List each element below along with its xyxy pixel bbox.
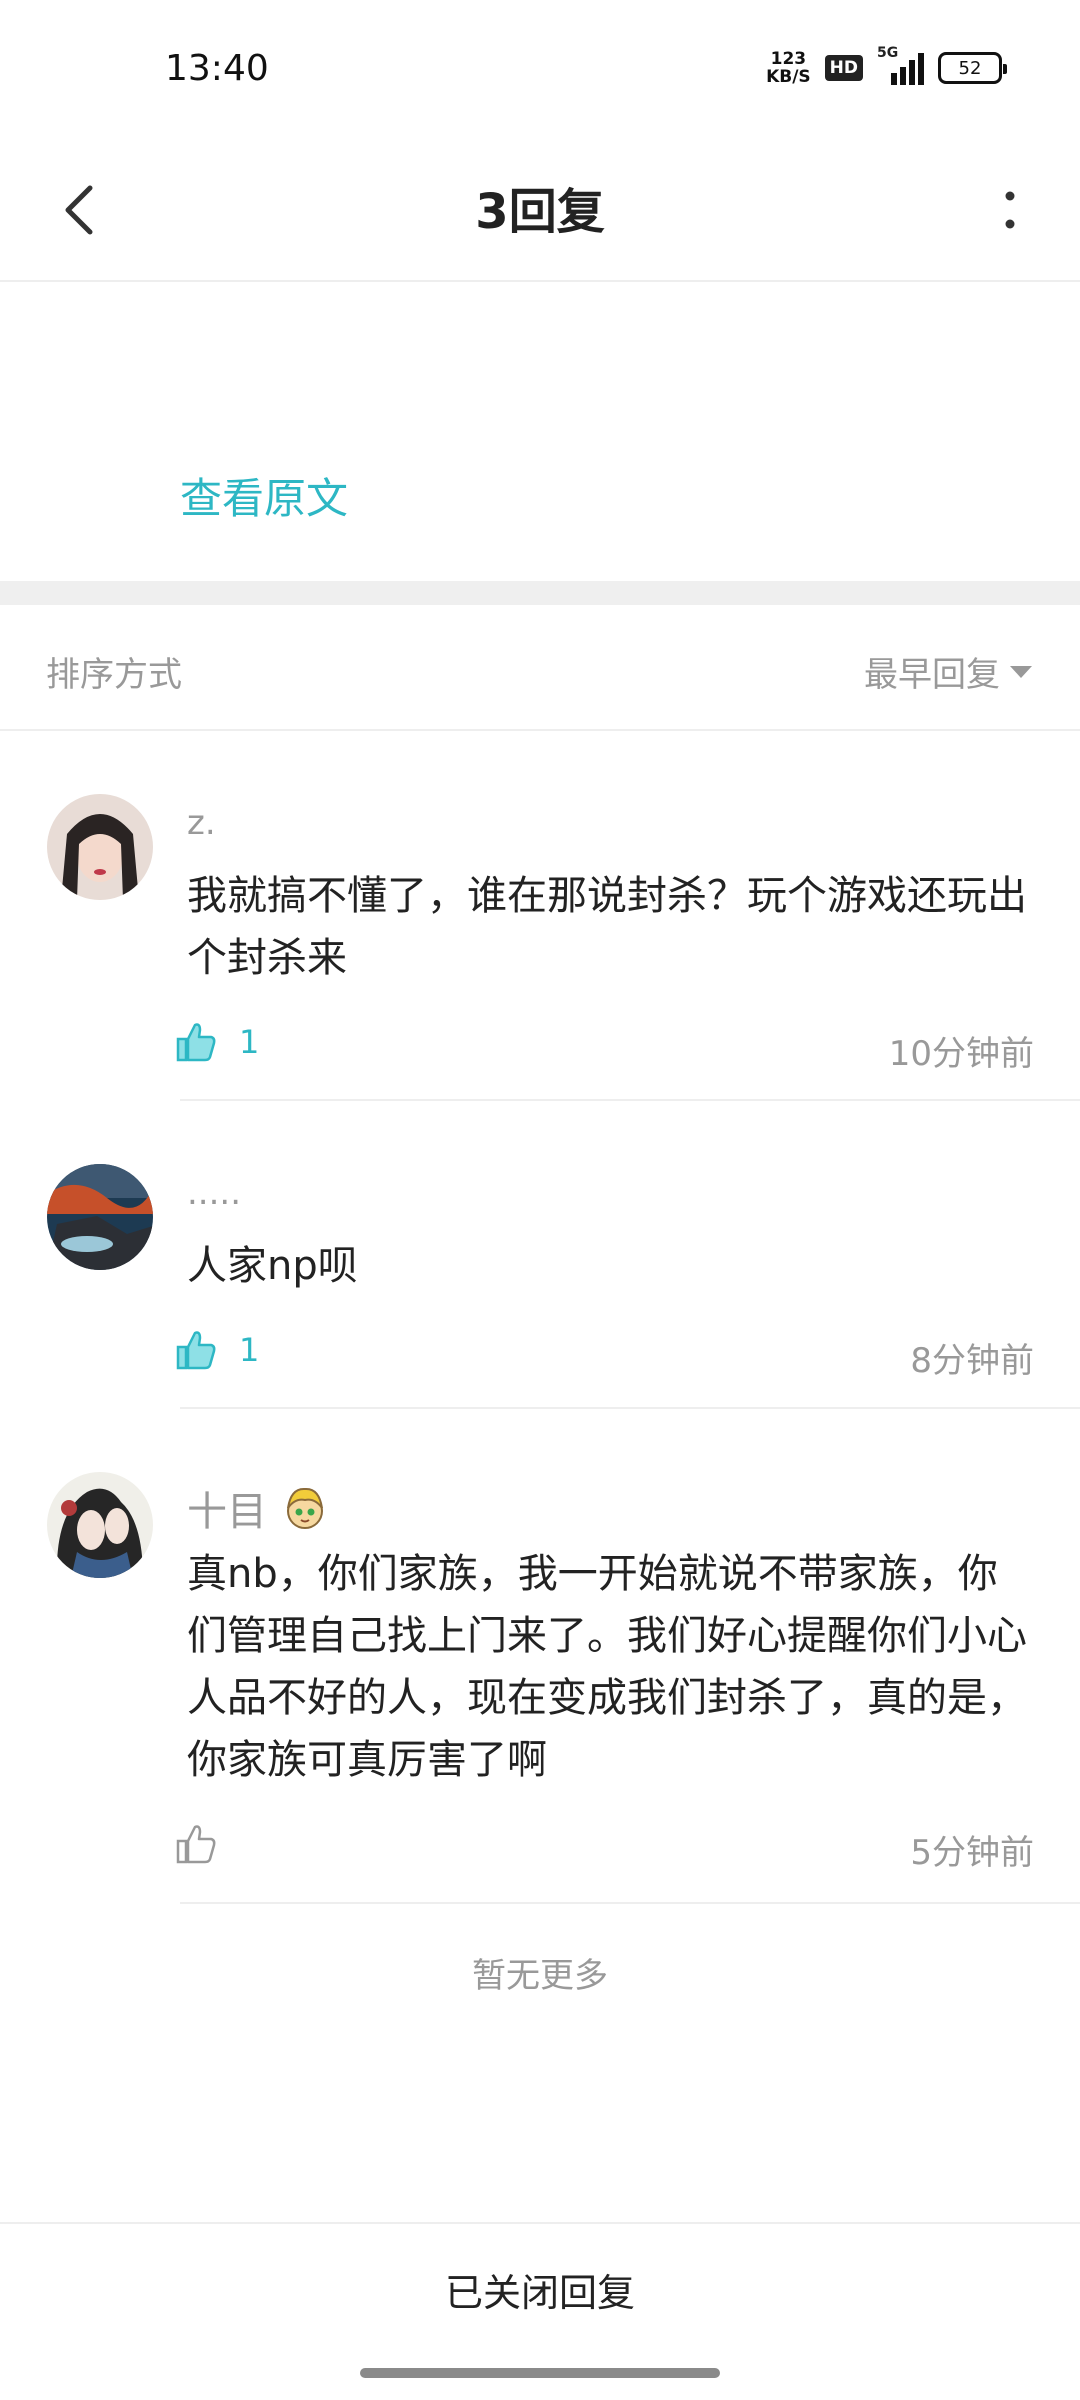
- username-text: z.: [187, 803, 216, 843]
- comment-time: 8分钟前: [910, 1341, 1034, 1381]
- username-text: 十目: [187, 1489, 267, 1535]
- sort-label: 排序方式: [46, 655, 182, 695]
- top-bar: 3回复: [0, 140, 1080, 282]
- sort-bar: 排序方式 最早回复: [0, 605, 1080, 731]
- like-count: 1: [239, 1331, 260, 1369]
- comment-text: 人家np呗: [187, 1243, 358, 1289]
- comment-item: z. 我就搞不懂了，谁在那说封杀？玩个游戏还玩出个封杀来 1 10分钟前: [0, 731, 1080, 1101]
- signal-icon: 5G: [877, 45, 924, 85]
- network-type: 5G: [877, 45, 899, 61]
- thumbs-up-icon: [176, 1331, 216, 1370]
- avatar[interactable]: [47, 1164, 153, 1270]
- avatar[interactable]: [47, 794, 153, 900]
- hd-icon: HD: [824, 55, 863, 81]
- reply-bar: 已关闭回复: [0, 2222, 1080, 2352]
- like-button[interactable]: [175, 1823, 239, 1865]
- battery-icon: 52: [938, 52, 1007, 84]
- avatar[interactable]: [47, 1472, 153, 1578]
- caret-down-icon: [1010, 665, 1032, 678]
- view-original-link[interactable]: 查看原文: [180, 465, 348, 526]
- status-icons: 123 KB/S HD 5G 52: [766, 45, 1007, 86]
- battery-level: 52: [958, 57, 982, 79]
- section-divider: [0, 581, 1080, 605]
- comment-time: 10分钟前: [888, 1034, 1034, 1074]
- sort-selected-value: 最早回复: [864, 655, 1000, 695]
- home-indicator[interactable]: [360, 2368, 720, 2378]
- thumbs-up-icon: [176, 1023, 216, 1062]
- username-text: .....: [187, 1173, 242, 1213]
- more-options-button[interactable]: [970, 170, 1050, 250]
- list-end-text: 暂无更多: [472, 1956, 608, 1996]
- status-bar: 13:40 123 KB/S HD 5G 52: [0, 0, 1080, 140]
- thumbs-up-outline-icon: [176, 1825, 216, 1864]
- network-speed-unit: KB/S: [766, 67, 811, 87]
- like-button[interactable]: 1: [175, 1021, 259, 1063]
- replies-closed-text: 已关闭回复: [444, 2271, 635, 2315]
- comment-username[interactable]: .....: [187, 1173, 241, 1213]
- comment-username[interactable]: 十目: [187, 1479, 329, 1537]
- like-count: 1: [239, 1023, 260, 1061]
- network-speed-value: 123: [770, 49, 807, 69]
- page-title: 3回复: [475, 184, 605, 240]
- user-badge-icon: [287, 1487, 323, 1529]
- divider: [180, 1902, 1080, 1904]
- like-button[interactable]: 1: [175, 1329, 259, 1371]
- comment-text: 真nb，你们家族，我一开始就说不带家族，你们管理自己找上门来了。我们好心提醒你们…: [187, 1551, 1027, 1783]
- comment-time: 5分钟前: [910, 1833, 1034, 1873]
- comment-item: ..... 人家np呗 1 8分钟前: [0, 1101, 1080, 1409]
- status-time: 13:40: [165, 48, 269, 89]
- comment-username[interactable]: z.: [187, 803, 216, 843]
- network-speed: 123 KB/S: [766, 50, 811, 86]
- comment-item: 十目 真nb，你们家族，我一开始就说不带家族，你们管理自己找上门来了。我们好心提…: [0, 1409, 1080, 1904]
- sort-dropdown[interactable]: 最早回复: [864, 647, 1032, 696]
- comment-text: 我就搞不懂了，谁在那说封杀？玩个游戏还玩出个封杀来: [187, 873, 1027, 981]
- more-vertical-icon: [1005, 191, 1015, 229]
